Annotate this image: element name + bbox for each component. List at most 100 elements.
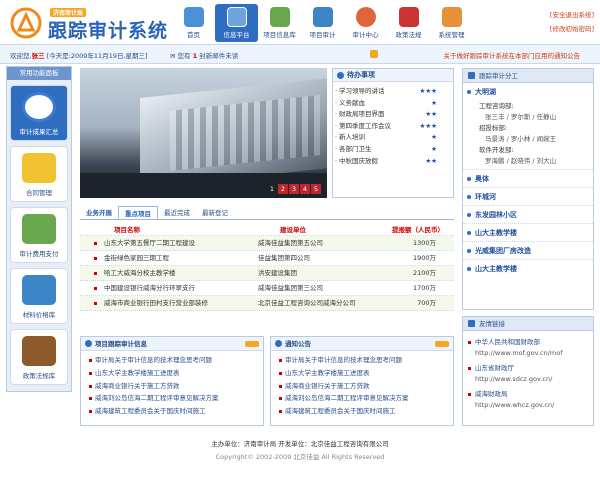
group-link[interactable]: 东发园林小区 xyxy=(463,206,593,224)
sidebar-item-contract[interactable]: 合同管理 xyxy=(10,146,68,202)
link-item[interactable]: 中华人民共和国财政部 xyxy=(463,337,593,348)
sidebar-item-audit-results[interactable]: 审计成果汇总 xyxy=(10,85,68,141)
nav-home[interactable]: 首页 xyxy=(172,4,215,42)
contract-folder-icon xyxy=(22,153,56,183)
priority-stars: ★★ xyxy=(425,110,437,119)
tab-business[interactable]: 业务开展 xyxy=(80,206,118,219)
nav-project-audit[interactable]: 项目审计 xyxy=(301,4,344,42)
col-project-name: 项目名称 xyxy=(114,226,140,234)
project-library-icon xyxy=(269,7,290,27)
cell-amount: 1700万 xyxy=(412,284,436,292)
banner-pager: 1 2 3 4 5 xyxy=(266,184,321,194)
nav-label: 政策法规 xyxy=(395,31,422,39)
cell-builder: 威海佳益集团第三公司 xyxy=(258,284,323,292)
nav-label: 项目信息库 xyxy=(263,31,296,39)
table-header: 项目名称 建设单位 提报额（人民币） xyxy=(80,224,454,236)
nav-audit-center[interactable]: 审计中心 xyxy=(344,4,387,42)
notice-link[interactable]: 关于做好跟踪审计系统在本部门应用的通知公告 xyxy=(444,50,581,60)
nav-system-settings[interactable]: 系统管理 xyxy=(430,4,473,42)
sidebar-item-payment[interactable]: 审计费用支付 xyxy=(10,207,68,263)
banner-page-button[interactable]: 2 xyxy=(278,184,288,194)
col-builder: 建设单位 xyxy=(280,226,306,234)
todo-item[interactable]: 学习领导的讲话 ★★★ xyxy=(333,86,453,98)
project-table: 项目名称 建设单位 提报额（人民币） 山东大学第五餐厅二期工程建设 威海佳益集团… xyxy=(80,224,454,311)
banner-image: 1 2 3 4 5 xyxy=(80,68,327,198)
table-row[interactable]: 山东大学第五餐厅二期工程建设 威海佳益集团第五公司 1300万 xyxy=(80,236,454,251)
logout-link[interactable]: [安全退出系统] xyxy=(550,8,594,22)
list-item[interactable]: 威海建筑工程委员会关于国庆时间施工 xyxy=(89,405,263,418)
list-item[interactable]: 山东大学主教学楼施工进度表 xyxy=(89,367,263,380)
date-text: [今天是:2009年11月19日,星期三] xyxy=(46,52,148,60)
more-icon[interactable] xyxy=(435,341,449,347)
list-item[interactable]: 审计局关于审计信息的技术理念思考问题 xyxy=(89,354,263,367)
mail-notice[interactable]: ✉ 您有 1 封新邮件未读 xyxy=(170,50,238,60)
link-item[interactable]: 威海财政局 xyxy=(463,389,593,400)
banner-page-button[interactable]: 5 xyxy=(311,184,321,194)
group-link[interactable]: 光威集团厂房改造 xyxy=(463,242,593,260)
table-row[interactable]: 中国建设银行威海分行环翠支行 威海佳益集团第三公司 1700万 xyxy=(80,281,454,296)
todo-item[interactable]: 第四季度工作会议 ★★★ xyxy=(333,121,453,133)
sidebar-item-policy-library[interactable]: 政策法规库 xyxy=(10,329,68,385)
nav-project-library[interactable]: 项目信息库 xyxy=(258,4,301,42)
cell-amount: 1300万 xyxy=(412,239,436,247)
banner-page-button[interactable]: 4 xyxy=(300,184,310,194)
info-platform-icon xyxy=(226,7,247,27)
list-item[interactable]: 威海商业银行关于施工方贷款 xyxy=(89,380,263,393)
cell-project: 哈工大威海分校主教学楼 xyxy=(80,266,240,280)
mail-prefix: 您有 xyxy=(177,52,191,60)
cell-builder: 威海佳益集团第五公司 xyxy=(258,239,323,247)
panel-title: 友情链接 xyxy=(463,317,593,331)
list-item[interactable]: 山东大学主教学楼施工进度表 xyxy=(279,367,453,380)
status-bar: 欢迎您,张三 [今天是:2009年11月19日,星期三] ✉ 您有 1 封新邮件… xyxy=(0,44,600,64)
group-link[interactable]: 山大主教学楼 xyxy=(463,260,593,278)
nav-policy[interactable]: 政策法规 xyxy=(387,4,430,42)
group-link[interactable]: 奥体 xyxy=(463,170,593,188)
nav-label: 项目审计 xyxy=(309,31,336,39)
col-amount: 提报额（人民币） xyxy=(392,226,444,234)
banner-page-button[interactable]: 3 xyxy=(289,184,299,194)
more-icon[interactable] xyxy=(245,341,259,347)
todo-item[interactable]: 各部门卫生 ★ xyxy=(333,144,453,156)
cell-builder: 北京佳益工程咨询公司威海分公司 xyxy=(258,299,356,307)
todo-item[interactable]: 新人培训 ★ xyxy=(333,132,453,144)
todo-label: 义务献血 xyxy=(339,98,365,107)
priority-stars: ★★ xyxy=(425,156,437,165)
tab-key-projects[interactable]: 重点项目 xyxy=(118,206,158,219)
list-item[interactable]: 审计局关于审计信息的技术理念思考问题 xyxy=(279,354,453,367)
dept-members: 罗海鹏 / 赵晓伟 / 刘大山 xyxy=(463,156,593,170)
todo-label: 新人培训 xyxy=(339,133,365,142)
todo-label: 学习领导的讲话 xyxy=(339,87,385,95)
table-row[interactable]: 金街绿色家园三期工程 佳益集团第四公司 1900万 xyxy=(80,251,454,266)
nav-info-platform[interactable]: 信息平台 xyxy=(215,4,258,42)
sidebar-item-label: 审计费用支付 xyxy=(19,250,59,258)
nav-label: 首页 xyxy=(187,31,200,39)
material-price-icon xyxy=(22,275,56,305)
list-item[interactable]: 威海商业银行关于施工方贷款 xyxy=(279,380,453,393)
todo-label: 第四季度工作会议 xyxy=(339,121,391,130)
link-item[interactable]: 山东省财政厅 xyxy=(463,363,593,374)
table-row[interactable]: 威海市商业银行田村支行营业部装修 北京佳益工程咨询公司威海分公司 700万 xyxy=(80,296,454,311)
todo-item[interactable]: 财政局项目界面 ★★ xyxy=(333,109,453,121)
list-item[interactable]: 威海刘公岛信海二期工程评审意见解决方案 xyxy=(89,392,263,405)
todo-item[interactable]: 义务献血 ★ xyxy=(333,98,453,110)
priority-stars: ★★★ xyxy=(419,87,437,95)
change-password-link[interactable]: [修改初始密码] xyxy=(550,22,594,36)
group-link[interactable]: 环城河 xyxy=(463,188,593,206)
list-item[interactable]: 威海刘公岛信海二期工程评审意见解决方案 xyxy=(279,392,453,405)
group-link[interactable]: 山大主教学楼 xyxy=(463,224,593,242)
todo-item[interactable]: 中秋国庆放假 ★★ xyxy=(333,156,453,168)
cell-project: 金街绿色家园三期工程 xyxy=(80,251,240,265)
sidebar-item-material-price[interactable]: 材料价格库 xyxy=(10,268,68,324)
list-item[interactable]: 威海建筑工程委员会关于国庆时间施工 xyxy=(279,405,453,418)
todo-panel: 待办事项 学习领导的讲话★★★ 义务献血★ 财政局项目界面★★ 第四季度工作会议… xyxy=(332,68,454,198)
cell-project: 中国建设银行威海分行环翠支行 xyxy=(80,281,240,295)
mail-icon: ✉ xyxy=(170,52,176,60)
tab-recently-completed[interactable]: 最近完成 xyxy=(158,206,196,219)
group-link[interactable]: 大明湖 xyxy=(463,83,593,101)
banner-page-button[interactable]: 1 xyxy=(267,184,277,194)
dept-label: 软件开发部: xyxy=(479,146,514,154)
notice-icon xyxy=(370,50,378,58)
tracking-info-panel: 项目跟踪审计信息 审计局关于审计信息的技术理念思考问题 山东大学主教学楼施工进度… xyxy=(80,336,264,426)
table-row[interactable]: 哈工大威海分校主教学楼 洪安建设集团 2100万 xyxy=(80,266,454,281)
tab-newly-registered[interactable]: 最新登记 xyxy=(196,206,234,219)
